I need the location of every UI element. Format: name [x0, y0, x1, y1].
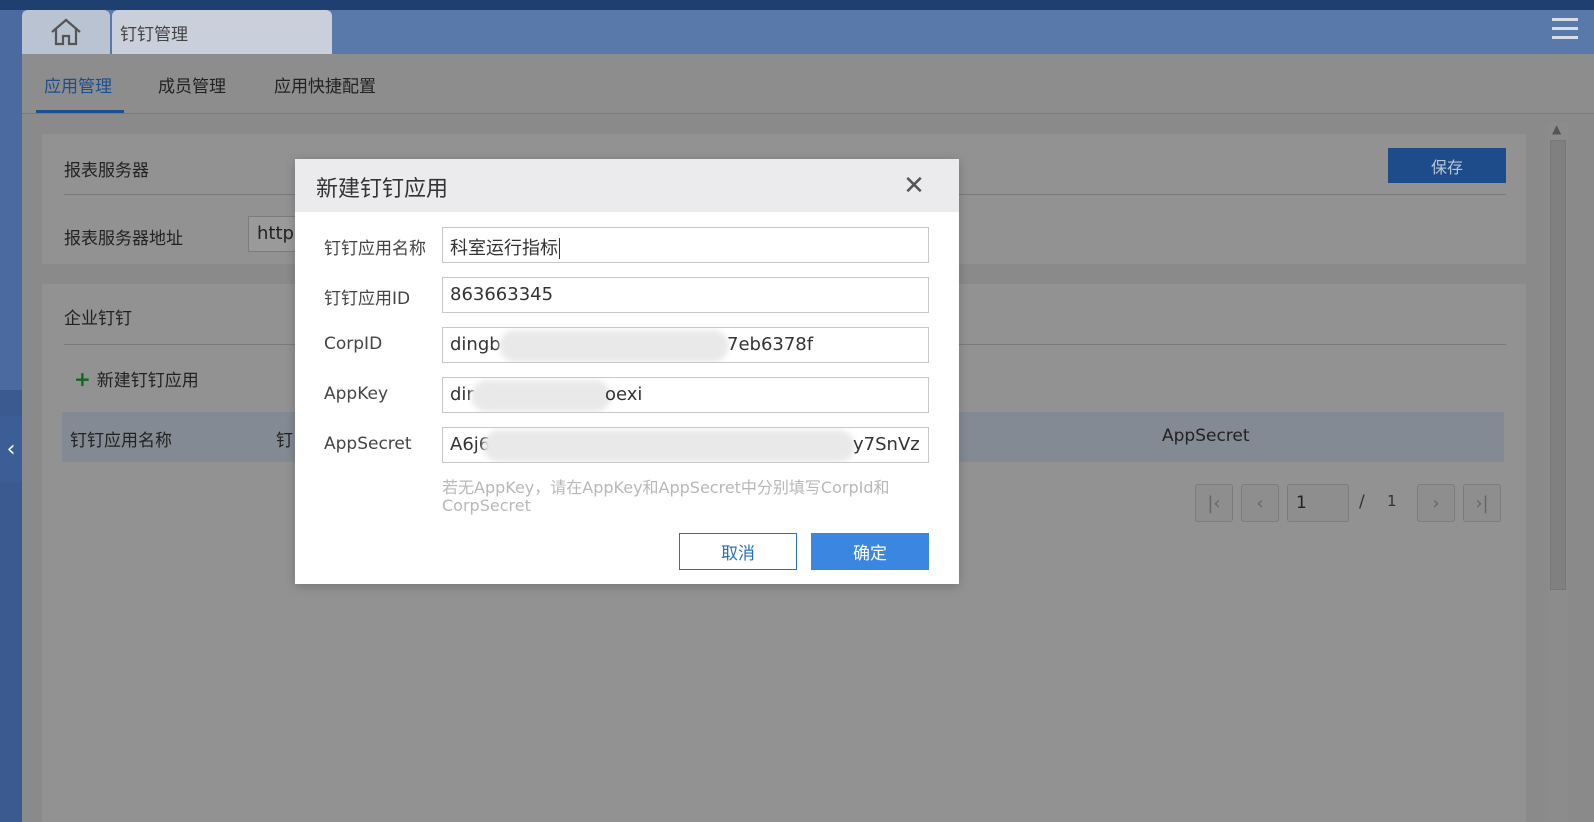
new-app-label: 新建钉钉应用: [96, 371, 199, 391]
form-row-appsecret: AppSecret A6j6 y7SnVz: [295, 427, 959, 463]
home-icon: [51, 18, 81, 46]
next-page-button[interactable]: ›: [1417, 484, 1455, 522]
appkey-hint: 若无AppKey，请在AppKey和AppSecret中分别填写CorpId和C…: [442, 478, 890, 515]
appkey-label: AppKey: [324, 384, 389, 404]
app-name-input[interactable]: 科室运行指标: [442, 227, 929, 263]
active-tab-indicator: [36, 110, 124, 113]
new-dingtalk-app-dialog: 新建钉钉应用 ✕ 钉钉应用名称 科室运行指标 钉钉应用ID 863663345 …: [295, 159, 959, 584]
plus-icon: +: [74, 367, 91, 391]
form-row-appkey: AppKey dir oexi: [295, 377, 959, 413]
appsecret-label: AppSecret: [324, 434, 412, 454]
report-server-address-label: 报表服务器地址: [64, 229, 183, 249]
corp-id-value-start: dingb: [450, 334, 501, 355]
tab-app-shortcut-config[interactable]: 应用快捷配置: [274, 72, 376, 97]
appkey-input[interactable]: dir oexi: [442, 377, 929, 413]
corp-id-label: CorpID: [324, 334, 383, 354]
prev-page-button[interactable]: ‹: [1241, 484, 1279, 522]
close-icon[interactable]: ✕: [897, 169, 931, 203]
enterprise-dingtalk-title: 企业钉钉: [64, 309, 132, 329]
appsecret-input[interactable]: A6j6 y7SnVz: [442, 427, 929, 463]
corp-id-input[interactable]: dingb 7eb6378f: [442, 327, 929, 363]
form-row-corp-id: CorpID dingb 7eb6378f: [295, 327, 959, 363]
app-id-label: 钉钉应用ID: [324, 289, 411, 309]
redaction-blur: [483, 430, 855, 462]
redaction-blur: [499, 330, 729, 362]
collapse-sidebar-button[interactable]: ‹: [0, 416, 22, 482]
total-pages: 1: [1387, 492, 1397, 510]
tab-label: 钉钉管理: [120, 25, 188, 45]
corp-id-value-end: 7eb6378f: [727, 334, 814, 355]
top-band: [0, 0, 1594, 10]
first-page-button[interactable]: |‹: [1195, 484, 1233, 522]
sub-navigation: 应用管理 成员管理 应用快捷配置: [22, 54, 1594, 114]
scroll-up-icon[interactable]: ▲: [1552, 122, 1561, 136]
chevron-right-icon: ›: [1432, 492, 1440, 514]
page-number-input[interactable]: 1: [1287, 484, 1349, 522]
form-row-app-name: 钉钉应用名称 科室运行指标: [295, 227, 959, 263]
app-name-label: 钉钉应用名称: [324, 239, 426, 259]
hamburger-menu-icon[interactable]: [1552, 18, 1578, 42]
tab-app-management[interactable]: 应用管理: [44, 72, 112, 97]
vertical-scrollbar[interactable]: ▲: [1548, 122, 1568, 822]
tab-dingtalk-management[interactable]: 钉钉管理: [112, 10, 332, 54]
appkey-value-end: oexi: [605, 384, 643, 405]
app-name-value: 科室运行指标: [450, 238, 558, 259]
cancel-button[interactable]: 取消: [679, 533, 797, 570]
confirm-button[interactable]: 确定: [811, 533, 929, 570]
scrollbar-thumb[interactable]: [1550, 140, 1566, 590]
page-separator: /: [1359, 492, 1365, 512]
column-header: 钉钉应用名称: [70, 431, 172, 451]
report-server-title: 报表服务器: [64, 161, 149, 181]
home-tab[interactable]: [22, 10, 110, 54]
chevron-left-icon: ‹: [1256, 492, 1264, 514]
column-header: AppSecret: [1162, 426, 1250, 446]
dialog-header: 新建钉钉应用 ✕: [295, 159, 959, 212]
appsecret-value-end: y7SnVz: [853, 434, 920, 455]
first-page-icon: |‹: [1207, 492, 1221, 514]
redaction-blur: [471, 380, 611, 412]
new-app-button[interactable]: + 新建钉钉应用: [74, 366, 199, 391]
save-button[interactable]: 保存: [1388, 148, 1506, 183]
form-row-app-id: 钉钉应用ID 863663345: [295, 277, 959, 313]
tab-member-management[interactable]: 成员管理: [158, 72, 226, 97]
last-page-button[interactable]: ›|: [1463, 484, 1501, 522]
last-page-icon: ›|: [1475, 492, 1489, 514]
column-header: 钉: [276, 431, 293, 451]
dialog-title: 新建钉钉应用: [316, 177, 449, 202]
chevron-left-icon: ‹: [6, 436, 16, 462]
app-id-input[interactable]: 863663345: [442, 277, 929, 313]
